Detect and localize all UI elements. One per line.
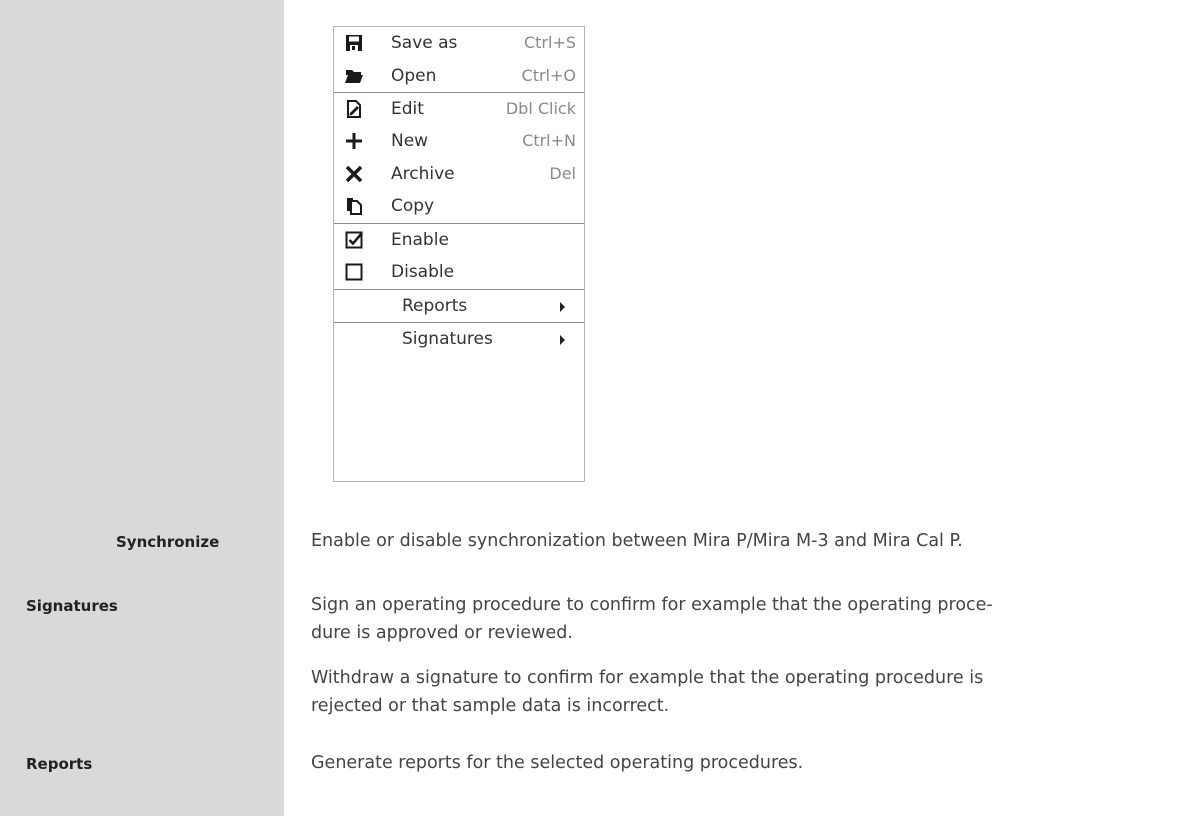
save-icon [346,35,362,51]
x-icon [345,165,363,182]
definition-signatures-withdraw: Withdraw a signature to confirm for exam… [311,664,983,720]
submenu-arrow-icon [560,334,565,345]
plus-icon [346,133,362,149]
menu-item-disable[interactable]: Disable [334,256,584,289]
menu-item-label: Signatures [402,328,493,349]
menu-item-label: Save as [391,33,458,53]
menu-item-signatures[interactable]: Signatures [334,323,584,356]
menu-item-label: Disable [391,262,455,282]
definition-line: Withdraw a signature to confirm for exam… [311,668,984,688]
definition-line: rejected or that sample data is incorrec… [311,696,670,716]
menu-item-edit[interactable]: Edit Dbl Click [334,93,584,126]
copy-icon [347,198,362,215]
menu-item-label: Archive [391,163,455,184]
left-margin-column [0,0,284,816]
menu-item-label: Copy [391,196,435,216]
menu-item-label: Enable [391,229,449,250]
term-reports: Reports [26,755,93,773]
menu-item-reports[interactable]: Reports [334,290,584,323]
definition-reports: Generate reports for the selected operat… [311,753,804,773]
folder-open-icon [345,69,363,83]
definition-synchronize: Enable or disable synchronization betwee… [311,531,963,551]
edit-icon [347,99,361,118]
checkbox-empty-icon [345,263,363,281]
menu-item-new[interactable]: New Ctrl+N [334,125,584,158]
term-synchronize: Synchronize [116,533,220,551]
definition-line: Sign an operating procedure to confirm f… [311,595,993,615]
menu-item-save-as[interactable]: Save as Ctrl+S [334,27,584,60]
menu-item-label: New [391,131,429,151]
menu-item-enable[interactable]: Enable [334,224,584,257]
definition-signatures: Sign an operating procedure to confirm f… [311,591,993,647]
menu-item-label: Reports [402,295,468,316]
menu-item-shortcut: Ctrl+O [521,65,576,85]
menu-item-copy[interactable]: Copy [334,190,584,223]
menu-item-shortcut: Ctrl+N [522,131,576,150]
menu-item-label: Open [391,65,437,86]
menu-item-label: Edit [391,98,424,119]
definition-line: dure is approved or reviewed. [311,623,573,643]
menu-item-shortcut: Ctrl+S [523,33,576,52]
context-menu: Save as Ctrl+S Open Ctrl+O Edit Dbl Clic… [333,26,585,482]
submenu-arrow-icon [560,301,565,312]
menu-item-open[interactable]: Open Ctrl+O [334,60,584,93]
menu-item-shortcut: Dbl Click [505,98,576,118]
menu-item-shortcut: Del [549,163,576,183]
term-signatures: Signatures [26,597,118,615]
menu-item-archive[interactable]: Archive Del [334,158,584,191]
checkbox-checked-icon [345,231,363,248]
